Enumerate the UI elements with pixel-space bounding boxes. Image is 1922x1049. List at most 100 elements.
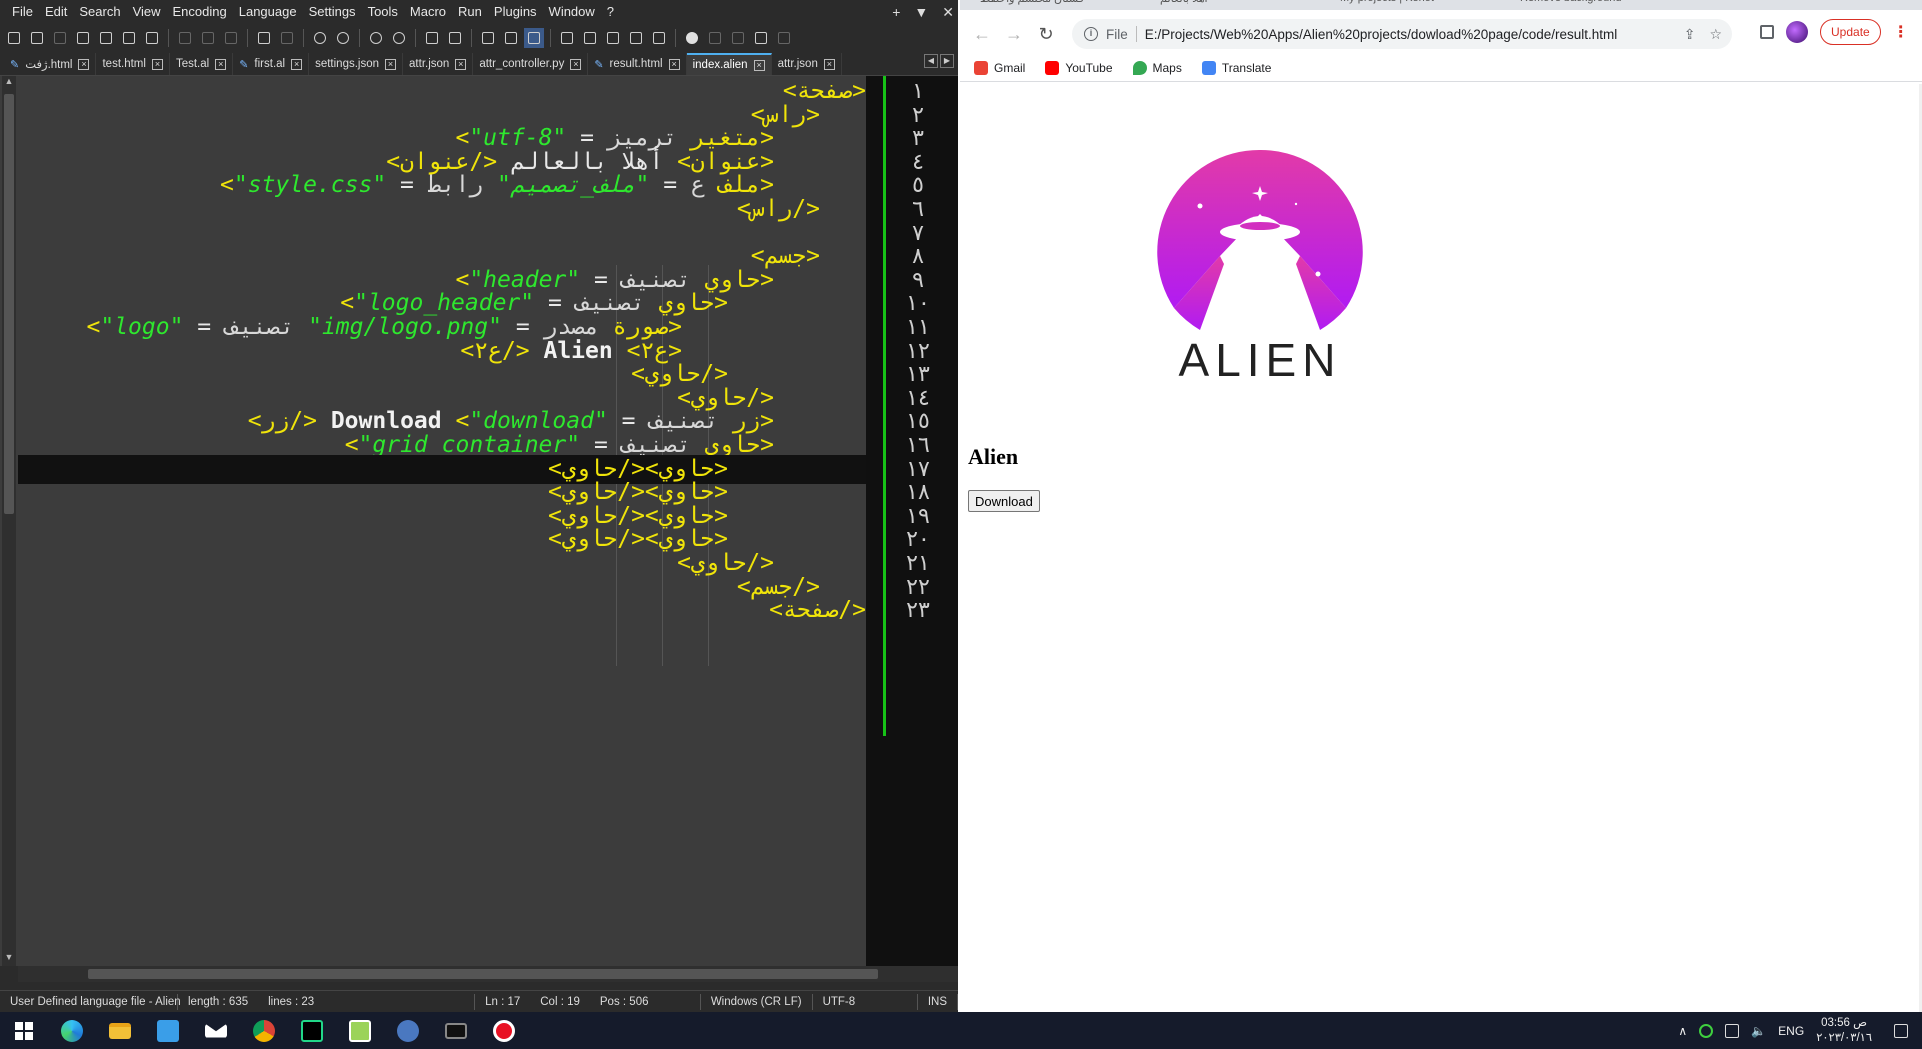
find-icon[interactable] xyxy=(310,28,330,48)
file-tab[interactable]: attr_controller.py × xyxy=(473,53,589,75)
chrome-icon[interactable] xyxy=(240,1012,288,1049)
menu-item[interactable]: Settings xyxy=(303,0,362,24)
bookmark-gmail[interactable]: Gmail xyxy=(974,60,1025,75)
run-macro-multiple-icon[interactable] xyxy=(751,28,771,48)
bookmark-youtube[interactable]: YouTube xyxy=(1045,60,1113,75)
chrome-tab-active[interactable]: أهلا بالعالم xyxy=(1160,0,1208,10)
user-lang-icon[interactable] xyxy=(557,28,577,48)
file-tab[interactable]: ✎ first.al × xyxy=(233,53,310,75)
zoom-in-icon[interactable] xyxy=(366,28,386,48)
info-icon[interactable]: i xyxy=(1084,27,1098,41)
tab-close-icon[interactable]: × xyxy=(570,58,582,70)
file-tab[interactable]: ✎ result.html × xyxy=(588,53,687,75)
chrome-tab[interactable]: My projects | Kenot xyxy=(1340,0,1434,10)
menu-item[interactable]: File xyxy=(6,0,39,24)
function-list-icon[interactable] xyxy=(603,28,623,48)
file-tab[interactable]: attr.json × xyxy=(403,53,474,75)
store-icon[interactable] xyxy=(144,1012,192,1049)
folder-workspace-icon[interactable] xyxy=(626,28,646,48)
indent-guide-icon[interactable] xyxy=(524,28,544,48)
save-macro-icon[interactable] xyxy=(774,28,794,48)
menu-item[interactable]: Language xyxy=(233,0,303,24)
chrome-tab[interactable]: Remove background xyxy=(1520,0,1622,10)
address-url[interactable]: E:/Projects/Web%20Apps/Alien%20projects/… xyxy=(1145,27,1618,42)
doc-map-icon[interactable] xyxy=(580,28,600,48)
terminal-icon[interactable] xyxy=(432,1012,480,1049)
print-icon[interactable] xyxy=(142,28,162,48)
file-tab[interactable]: test.html × xyxy=(96,53,170,75)
scrollbar-thumb[interactable] xyxy=(4,94,14,514)
horizontal-scrollbar[interactable] xyxy=(18,966,958,982)
show-all-chars-icon[interactable] xyxy=(501,28,521,48)
zoom-out-icon[interactable] xyxy=(389,28,409,48)
tab-scroll-left-icon[interactable]: ◀ xyxy=(924,54,938,68)
pycharm-icon[interactable] xyxy=(288,1012,336,1049)
copy-icon[interactable] xyxy=(198,28,218,48)
paste-icon[interactable] xyxy=(221,28,241,48)
clock[interactable]: 03:56 ص ٢٠٢٣/٠٣/١٦ xyxy=(1816,1016,1872,1046)
save-all-icon[interactable] xyxy=(73,28,93,48)
tray-green-icon[interactable] xyxy=(1699,1023,1714,1038)
mail-icon[interactable] xyxy=(192,1012,240,1049)
vertical-scrollbar[interactable]: ▲ ▼ xyxy=(2,76,16,966)
tab-close-icon[interactable]: × xyxy=(151,58,163,70)
file-tab[interactable]: attr.json × xyxy=(772,53,842,75)
menu-item[interactable]: Tools xyxy=(362,0,404,24)
menu-item[interactable]: Macro xyxy=(404,0,452,24)
scroll-up-icon[interactable]: ▲ xyxy=(2,76,16,90)
bookmark-translate[interactable]: Translate xyxy=(1201,60,1271,75)
notepad-plus-plus-icon[interactable] xyxy=(336,1012,384,1049)
tab-close-icon[interactable]: × xyxy=(215,58,227,70)
replace-icon[interactable] xyxy=(333,28,353,48)
menu-item[interactable]: Encoding xyxy=(167,0,233,24)
file-tab[interactable]: index.alien × xyxy=(686,53,772,75)
side-panel-icon[interactable] xyxy=(1760,25,1774,39)
start-icon[interactable] xyxy=(0,1012,48,1049)
record-macro-icon[interactable] xyxy=(682,28,702,48)
forward-icon[interactable]: → xyxy=(998,18,1030,50)
scrollbar-thumb[interactable] xyxy=(88,969,878,979)
reload-icon[interactable]: ↻ xyxy=(1030,18,1062,50)
play-macro-icon[interactable] xyxy=(728,28,748,48)
monitor-icon[interactable] xyxy=(649,28,669,48)
tab-scroll-right-icon[interactable]: ▶ xyxy=(940,54,954,68)
tab-close-icon[interactable]: × xyxy=(78,58,90,70)
editor-area[interactable]: ▲ ▼ <صفحة> <راس> <متغير ترميز = "utf-8"> <ع… xyxy=(0,76,958,966)
menu-item[interactable]: View xyxy=(127,0,167,24)
chrome-tab[interactable]: فستان محتشم واحتفظ xyxy=(980,0,1084,10)
tab-close-icon[interactable]: × xyxy=(291,58,303,70)
dropdown-icon[interactable]: ▼ xyxy=(914,4,928,20)
menu-item[interactable]: Plugins xyxy=(488,0,543,24)
edge-icon[interactable] xyxy=(48,1012,96,1049)
tab-close-icon[interactable]: × xyxy=(668,58,680,70)
tray-chevron-icon[interactable]: ∧ xyxy=(1678,1024,1687,1038)
share-icon[interactable]: ⇪ xyxy=(1684,26,1696,43)
tab-close-icon[interactable]: × xyxy=(753,59,765,71)
cut-icon[interactable] xyxy=(175,28,195,48)
address-bar[interactable]: i File E:/Projects/Web%20Apps/Alien%20pr… xyxy=(1072,19,1732,49)
bookmark-star-icon[interactable]: ☆ xyxy=(1709,26,1722,43)
network-icon[interactable] xyxy=(1725,1023,1740,1038)
code-line[interactable]: </صفحة> xyxy=(18,596,866,625)
update-button[interactable]: Update xyxy=(1820,19,1881,45)
close-file-icon[interactable] xyxy=(96,28,116,48)
file-tab[interactable]: settings.json × xyxy=(309,53,404,75)
tab-close-icon[interactable]: × xyxy=(385,58,397,70)
menu-item[interactable]: Run xyxy=(452,0,488,24)
save-icon[interactable] xyxy=(50,28,70,48)
close-all-icon[interactable] xyxy=(119,28,139,48)
tab-close-icon[interactable]: × xyxy=(455,58,467,70)
word-wrap-icon[interactable] xyxy=(478,28,498,48)
more-menu-icon[interactable]: ⋮ xyxy=(1893,22,1909,42)
file-explorer-icon[interactable] xyxy=(96,1012,144,1049)
menu-item[interactable]: Edit xyxy=(39,0,73,24)
scroll-down-icon[interactable]: ▼ xyxy=(2,952,16,966)
menu-item[interactable]: ? xyxy=(601,0,620,24)
sync-vertical-icon[interactable] xyxy=(422,28,442,48)
notifications-icon[interactable] xyxy=(1894,1023,1908,1038)
new-file-icon[interactable] xyxy=(4,28,24,48)
file-tab[interactable]: ✎ ژفت.html × xyxy=(4,53,97,75)
globe-app-icon[interactable] xyxy=(384,1012,432,1049)
input-language[interactable]: ENG xyxy=(1778,1024,1804,1038)
tab-close-icon[interactable]: × xyxy=(823,58,835,70)
